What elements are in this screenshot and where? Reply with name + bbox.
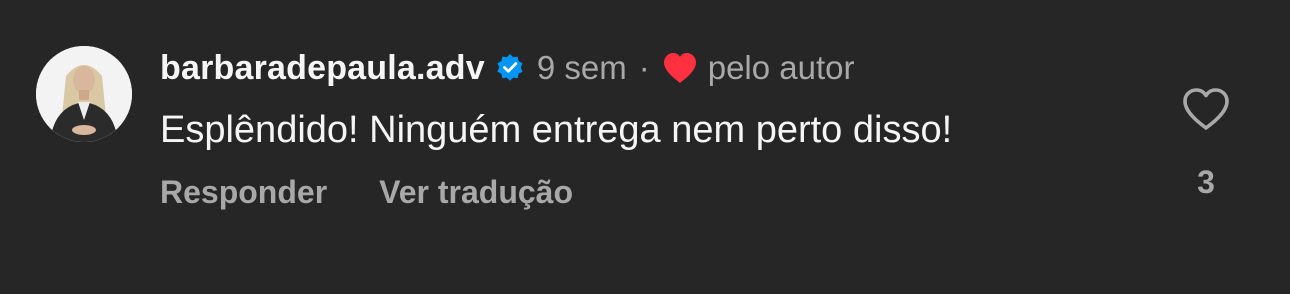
verified-badge-icon [495,53,525,83]
comment-timestamp: 9 sem [536,49,627,86]
like-count: 3 [1197,164,1215,200]
like-area: 3 [1178,86,1234,201]
reply-button[interactable]: Responder [160,174,327,211]
heart-filled-icon [662,51,698,85]
comment-actions: Responder Ver tradução [160,174,573,211]
profile-photo [36,46,132,142]
comment-header: barbaradepaula.adv 9 sem · pelo autor [160,44,855,92]
translate-button[interactable]: Ver tradução [379,174,573,211]
separator-dot: · [638,49,650,86]
username[interactable]: barbaradepaula.adv [160,49,485,88]
comment-text: Esplêndido! Ninguém entrega nem perto di… [160,109,953,151]
avatar[interactable] [36,46,132,142]
comment-item: barbaradepaula.adv 9 sem · pelo autor Es… [0,0,1290,294]
heart-outline-icon[interactable] [1181,86,1231,132]
liked-by-author-label: pelo autor [707,49,855,86]
